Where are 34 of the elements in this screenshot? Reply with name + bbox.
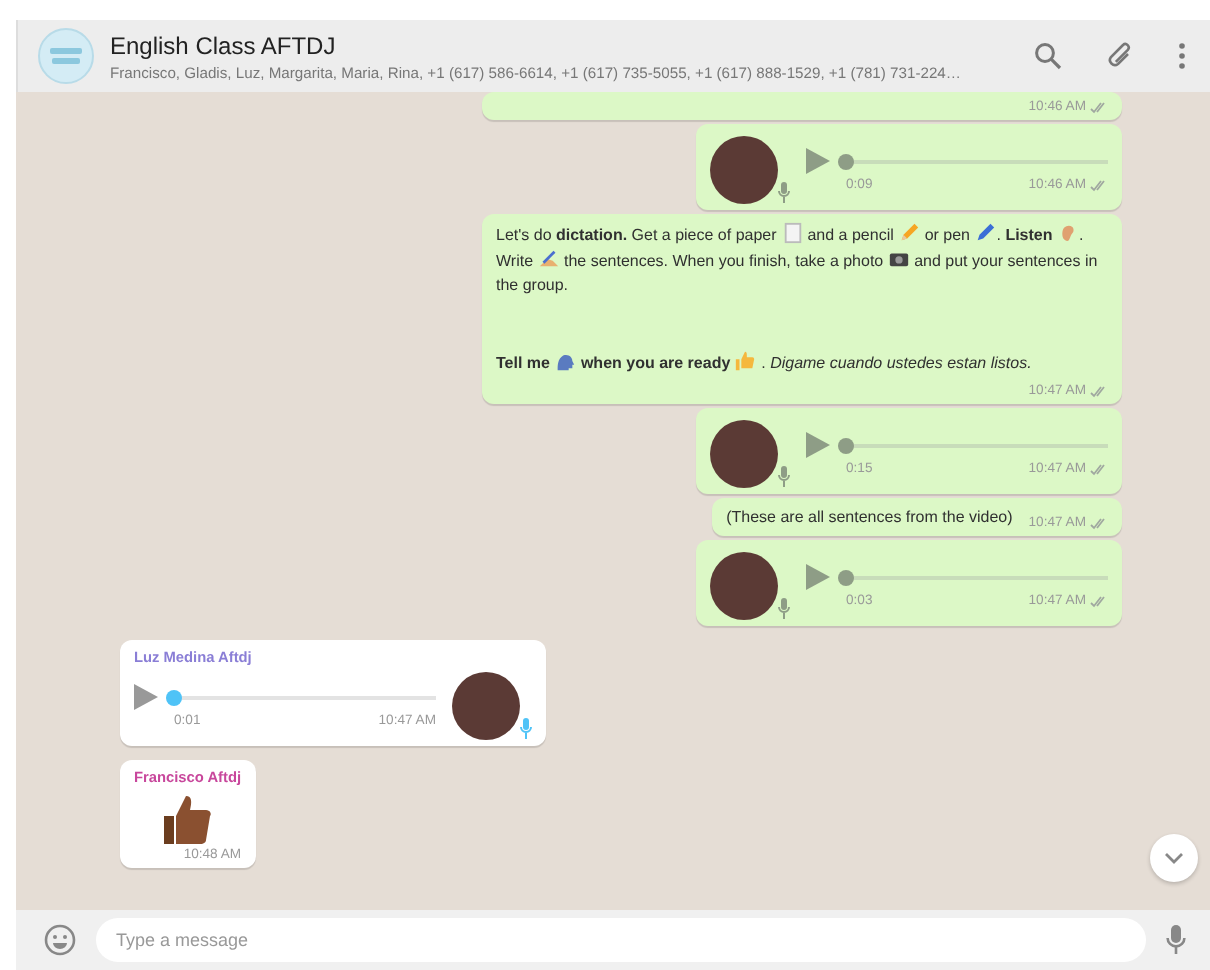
message-text: Tell me when you are ready . Digame cuando ustedes estan listos. — [496, 350, 1034, 376]
play-button[interactable] — [806, 564, 830, 590]
microphone-icon[interactable] — [1166, 924, 1186, 956]
camera-icon — [887, 248, 910, 270]
avatar-photo — [452, 672, 520, 740]
search-button[interactable] — [1034, 42, 1062, 70]
ear-icon — [1056, 222, 1079, 244]
progress-thumb[interactable] — [838, 153, 854, 169]
message-text: Let's do dictation. Get a piece of paper and a pencil or pen . Listen . Write the sentences. When you finish, take a photo and put your sentences in the group. — [496, 222, 1100, 298]
pencil-icon — [898, 222, 921, 244]
avatar-photo — [710, 136, 778, 204]
thumbs-up-icon — [734, 350, 757, 372]
emoji-icon[interactable] — [44, 924, 76, 956]
message-input[interactable]: Type a message — [96, 918, 1146, 962]
message-text: (These are all sentences from the video) — [726, 506, 1013, 530]
avatar-photo — [710, 552, 778, 620]
thumbs-up-sticker — [159, 792, 216, 848]
chat-title: English Class AFTDJ — [110, 31, 338, 59]
speaking-head-icon — [554, 350, 577, 372]
play-button[interactable] — [806, 148, 830, 174]
avatar-photo — [710, 420, 778, 488]
progress-thumb[interactable] — [838, 569, 854, 585]
group-avatar[interactable] — [38, 28, 94, 84]
play-button[interactable] — [134, 684, 158, 710]
attach-button[interactable] — [1106, 42, 1134, 70]
notepad-icon — [781, 222, 803, 244]
writing-hand-icon — [537, 248, 560, 270]
pen-icon — [974, 222, 997, 244]
chevron-down-icon — [1164, 852, 1184, 864]
play-button[interactable] — [806, 432, 830, 458]
progress-thumb[interactable] — [838, 437, 854, 453]
progress-thumb[interactable] — [166, 689, 182, 705]
scroll-down-button[interactable] — [1150, 834, 1198, 882]
menu-button[interactable] — [1178, 42, 1186, 70]
